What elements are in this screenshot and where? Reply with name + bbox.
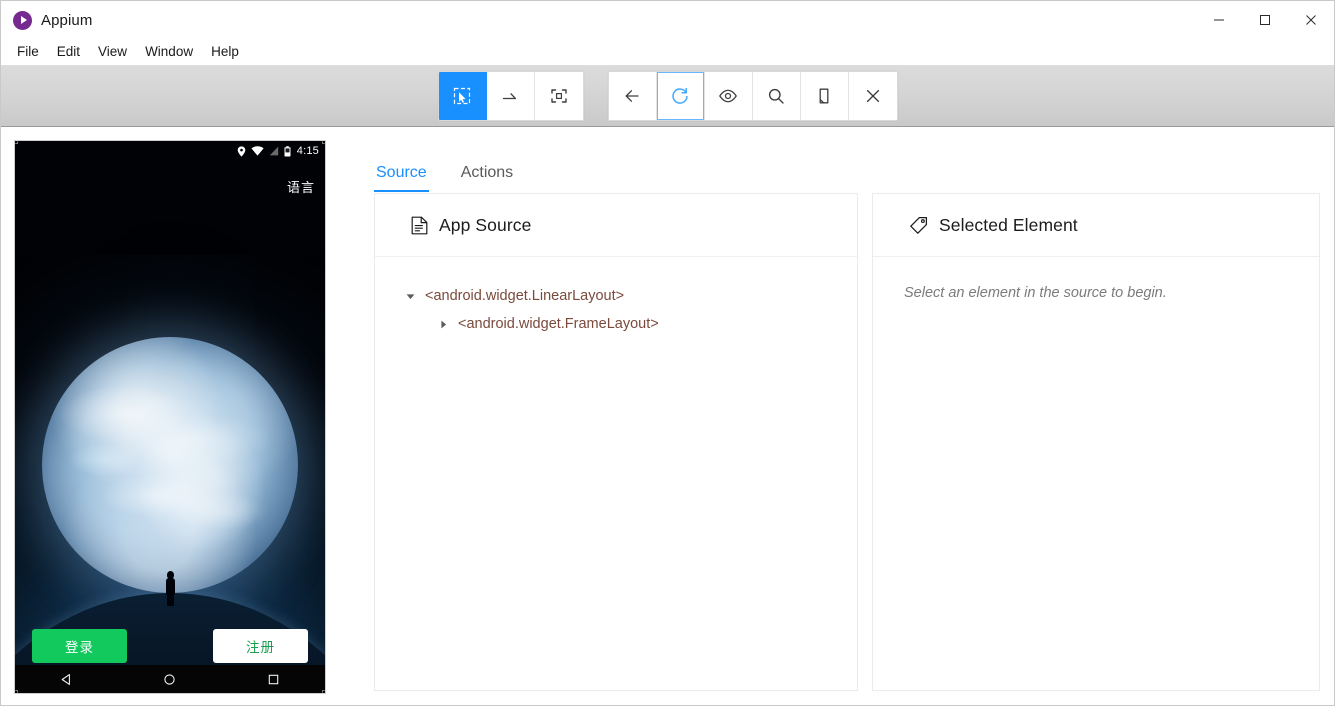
- device-screenshot[interactable]: 4:15 语言 登录 注册: [14, 140, 326, 694]
- tap-crosshair-icon: [550, 88, 567, 103]
- circle-home-icon: [164, 673, 176, 685]
- inspector-right-pane: Source Actions App Source <android.widge…: [339, 141, 1320, 691]
- back-button[interactable]: [608, 71, 657, 120]
- refresh-icon: [672, 87, 688, 104]
- tap-button[interactable]: [534, 71, 583, 120]
- selected-element-title: Selected Element: [939, 214, 1078, 235]
- maximize-button[interactable]: [1242, 1, 1288, 39]
- signal-icon: [269, 146, 278, 156]
- eye-icon: [719, 89, 737, 102]
- swipe-button[interactable]: [486, 71, 535, 120]
- location-pin-icon: [237, 145, 246, 157]
- appium-window: Appium File Edit View Window Help 4:15 语…: [0, 0, 1335, 706]
- menu-bar: File Edit View Window Help: [1, 39, 1334, 65]
- inspector-body: 4:15 语言 登录 注册 Source Actions App Source …: [1, 127, 1334, 705]
- menu-item-window[interactable]: Window: [137, 42, 201, 62]
- title-bar-left: Appium: [1, 10, 93, 30]
- language-label[interactable]: 语言: [287, 177, 315, 196]
- close-x-icon: [866, 89, 879, 102]
- screenshot-pane: 4:15 语言 登录 注册: [14, 140, 326, 694]
- file-document-icon: [411, 216, 428, 234]
- minimize-icon: [1214, 19, 1224, 21]
- interaction-mode-group: [437, 70, 584, 121]
- battery-icon: [284, 145, 291, 156]
- selected-element-card: Selected Element Select an element in th…: [872, 193, 1320, 691]
- tab-actions[interactable]: Actions: [459, 165, 515, 192]
- tree-node-label: <android.widget.FrameLayout>: [458, 315, 659, 332]
- earth-globe-image: [42, 337, 298, 593]
- resize-handle-bottom-left[interactable]: [15, 690, 18, 693]
- tree-node-linearlayout[interactable]: <android.widget.LinearLayout>: [405, 283, 835, 311]
- chevron-right-icon[interactable]: [438, 319, 449, 330]
- select-pointer-icon: [453, 87, 471, 104]
- resize-handle-bottom-right[interactable]: [322, 690, 325, 693]
- login-button[interactable]: 登录: [32, 629, 127, 663]
- wifi-icon: [251, 146, 264, 156]
- inspector-tabs: Source Actions: [339, 141, 1320, 193]
- android-status-bar: 4:15: [15, 141, 325, 161]
- arrow-left-icon: [625, 89, 639, 102]
- menu-item-view[interactable]: View: [90, 42, 135, 62]
- session-actions-group: [607, 70, 898, 121]
- square-recents-icon: [268, 674, 279, 684]
- person-silhouette: [165, 571, 176, 606]
- tag-icon: [910, 216, 928, 234]
- app-source-tree[interactable]: <android.widget.LinearLayout> <android.w…: [375, 257, 857, 690]
- resize-handle-top-right[interactable]: [322, 141, 325, 144]
- menu-item-file[interactable]: File: [9, 42, 47, 62]
- copy-source-button[interactable]: [800, 71, 849, 120]
- window-controls: [1196, 1, 1334, 39]
- selected-element-body: Select an element in the source to begin…: [873, 257, 1319, 690]
- selected-element-empty-message: Select an element in the source to begin…: [904, 285, 1167, 301]
- triangle-back-icon: [61, 673, 71, 685]
- title-bar: Appium: [1, 1, 1334, 39]
- panels-row: App Source <android.widget.LinearLayout>: [339, 193, 1320, 691]
- tree-node-label: <android.widget.LinearLayout>: [425, 288, 625, 304]
- search-element-button[interactable]: [752, 71, 801, 120]
- appium-logo-icon: [13, 10, 32, 30]
- status-bar-time: 4:15: [296, 145, 319, 157]
- window-title: Appium: [41, 11, 93, 29]
- minimize-button[interactable]: [1196, 1, 1242, 39]
- screen-action-buttons: 登录 注册: [15, 629, 325, 663]
- menu-item-help[interactable]: Help: [203, 42, 247, 62]
- android-nav-bar: [15, 665, 325, 693]
- app-source-header: App Source: [375, 194, 857, 257]
- chevron-down-icon[interactable]: [405, 291, 416, 302]
- select-element-button[interactable]: [438, 71, 487, 120]
- register-button[interactable]: 注册: [213, 629, 308, 663]
- recording-button[interactable]: [704, 71, 753, 120]
- app-source-title: App Source: [439, 214, 532, 235]
- swipe-arrow-icon: [502, 92, 517, 99]
- close-button[interactable]: [1288, 1, 1334, 39]
- app-source-card: App Source <android.widget.LinearLayout>: [374, 193, 858, 691]
- quit-session-button[interactable]: [848, 71, 897, 120]
- refresh-source-button[interactable]: [656, 71, 705, 120]
- resize-handle-top-left[interactable]: [15, 141, 18, 144]
- close-icon: [1306, 15, 1316, 25]
- menu-item-edit[interactable]: Edit: [49, 42, 88, 62]
- copy-page-icon: [819, 88, 829, 103]
- maximize-icon: [1260, 15, 1270, 25]
- selected-element-header: Selected Element: [873, 194, 1319, 257]
- tab-source[interactable]: Source: [374, 165, 429, 192]
- inspector-toolbar: [1, 65, 1334, 127]
- tree-node-framelayout[interactable]: <android.widget.FrameLayout>: [405, 311, 835, 339]
- magnifier-icon: [768, 88, 784, 104]
